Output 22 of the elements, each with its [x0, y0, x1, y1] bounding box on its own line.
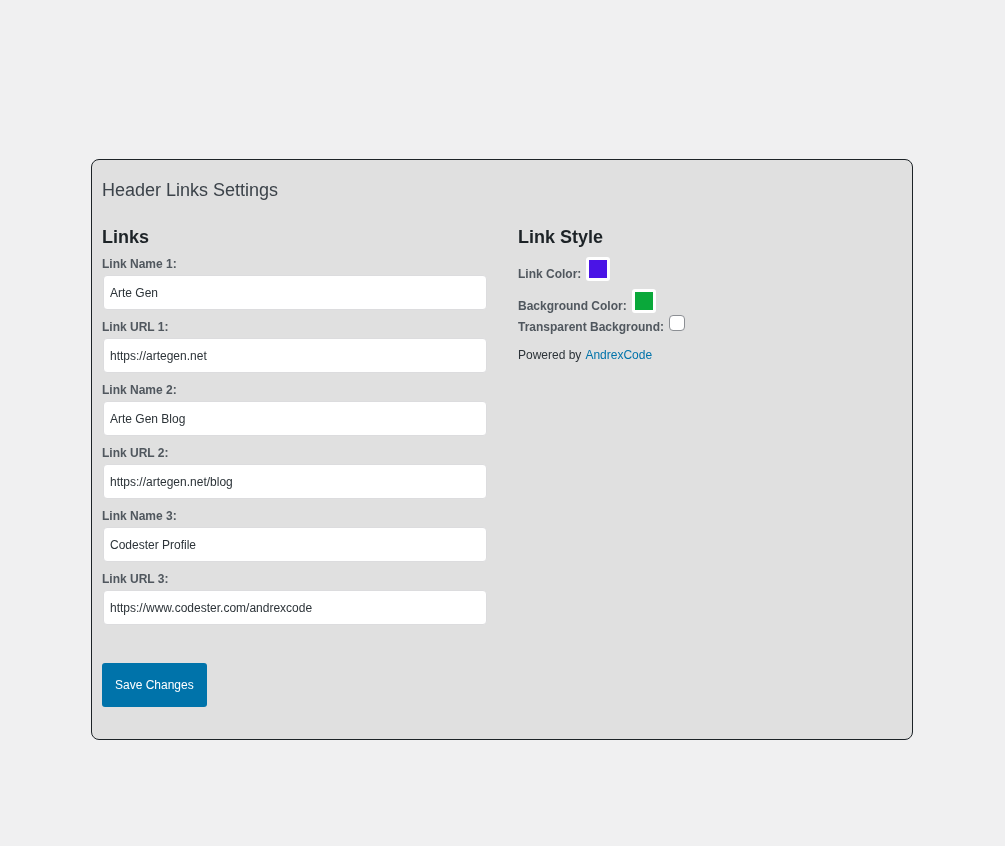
panel-title: Header Links Settings [102, 180, 280, 201]
field-label: Link Name 3: [102, 509, 177, 523]
input-field[interactable]: https://artegen.net/blog [103, 464, 487, 499]
save-button[interactable]: Save Changes [102, 663, 207, 707]
checkbox[interactable] [669, 315, 686, 331]
input-field[interactable]: Codester Profile [103, 527, 487, 562]
credit-text: Powered by [518, 348, 582, 362]
field-label: Link URL 2: [102, 446, 169, 460]
input-field[interactable]: Arte Gen [103, 275, 487, 310]
field-label: Link URL 1: [102, 320, 169, 334]
field-label: Link Name 2: [102, 383, 177, 397]
option-label: Link Color: [518, 267, 582, 281]
field-label: Link Name 1: [102, 257, 177, 271]
input-field[interactable]: Arte Gen Blog [103, 401, 487, 436]
input-field[interactable]: https://www.codester.com/andrexcode [103, 590, 487, 625]
input-field[interactable]: https://artegen.net [103, 338, 487, 373]
option-label: Transparent Background: [518, 320, 665, 334]
option-label: Background Color: [518, 299, 627, 313]
field-label: Link URL 3: [102, 572, 169, 586]
section-heading: Link Style [518, 227, 605, 248]
section-heading: Links [102, 227, 149, 248]
credit-link[interactable]: AndrexCode [585, 348, 653, 362]
